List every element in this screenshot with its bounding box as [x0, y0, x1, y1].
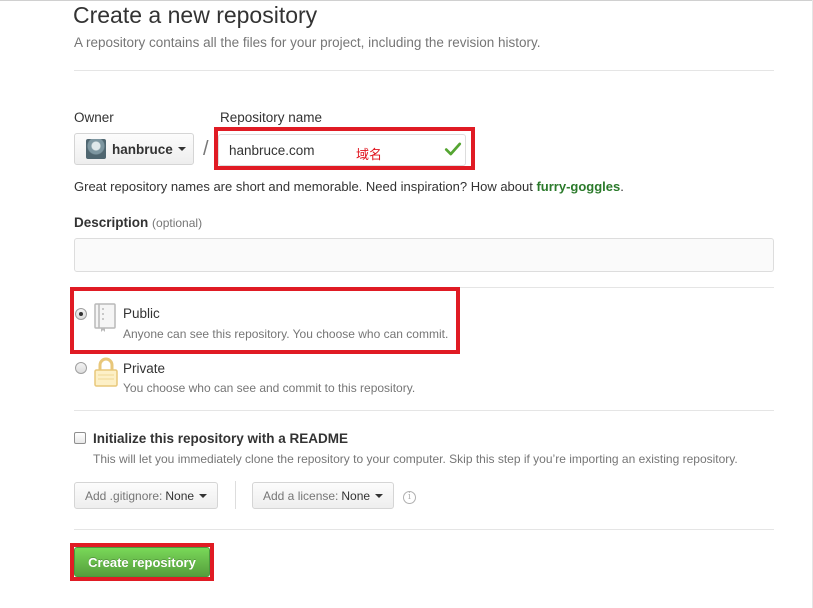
- private-title: Private: [123, 361, 166, 376]
- description-label-row: Description (optional): [74, 215, 202, 230]
- divider: [74, 70, 774, 71]
- dropdown-separator: [235, 481, 236, 509]
- owner-dropdown[interactable]: hanbruce: [74, 133, 194, 165]
- name-hint: Great repository names are short and mem…: [74, 179, 624, 194]
- info-icon[interactable]: i: [403, 491, 416, 504]
- repository-name-label: Repository name: [220, 110, 323, 125]
- divider: [74, 529, 774, 530]
- private-description: You choose who can see and commit to thi…: [123, 381, 416, 395]
- description-input[interactable]: [74, 238, 774, 272]
- gitignore-value: None: [165, 488, 195, 503]
- readme-description: This will let you immediately clone the …: [93, 452, 738, 466]
- license-value: None: [341, 488, 371, 503]
- hint-suffix: .: [620, 179, 624, 194]
- suggested-name[interactable]: furry-goggles: [536, 179, 620, 194]
- private-radio[interactable]: [75, 362, 87, 374]
- chevron-down-icon: [177, 147, 186, 151]
- license-dropdown[interactable]: Add a license: None: [252, 482, 395, 509]
- page-title: Create a new repository: [73, 2, 318, 28]
- readme-label[interactable]: Initialize this repository with a README: [93, 431, 348, 446]
- owner-name: hanbruce: [112, 141, 173, 157]
- gitignore-label: Add .gitignore:: [85, 488, 163, 503]
- divider: [74, 410, 774, 411]
- highlight-repo-name: [214, 127, 475, 170]
- top-border: [0, 0, 813, 1]
- optional-label: (optional): [152, 216, 203, 230]
- avatar: [86, 139, 106, 159]
- description-label: Description: [74, 215, 149, 230]
- gitignore-dropdown[interactable]: Add .gitignore: None: [74, 482, 219, 509]
- page-subtitle: A repository contains all the files for …: [74, 35, 541, 50]
- chevron-down-icon: [375, 493, 384, 498]
- lock-icon: [94, 357, 118, 387]
- owner-label: Owner: [74, 110, 114, 125]
- readme-checkbox[interactable]: [74, 432, 86, 444]
- chevron-down-icon: [199, 493, 208, 498]
- highlight-public: [70, 287, 460, 354]
- owner-repo-separator: /: [203, 138, 209, 160]
- highlight-create-button: [70, 543, 214, 581]
- hint-prefix: Great repository names are short and mem…: [74, 179, 537, 194]
- license-label: Add a license:: [263, 488, 339, 503]
